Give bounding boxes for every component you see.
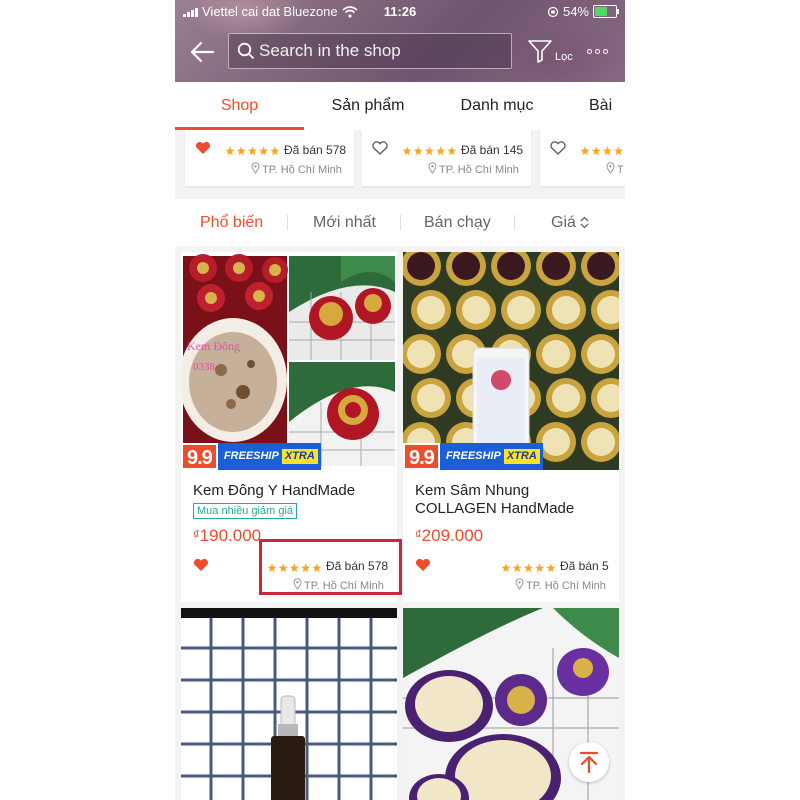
phone-screen: Viettel cai dat Bluezone 11:26 54% Lọc <box>175 0 625 800</box>
svg-text:0338: 0338 <box>193 361 216 373</box>
scroll-top-icon <box>579 751 599 774</box>
star-icon <box>436 146 446 156</box>
tab-posts[interactable]: Bài <box>589 82 625 130</box>
location-pin-icon <box>251 162 260 177</box>
location-pin-icon <box>606 162 615 177</box>
sort-divider <box>514 215 515 230</box>
product-title: Kem Đông Y HandMade <box>193 482 356 499</box>
featured-strip: Đã bán 578 TP. Hồ Chí Minh Đã bán 145 TP… <box>175 130 625 199</box>
location-pin-icon <box>515 578 524 593</box>
sort-divider <box>400 215 401 230</box>
heart-icon <box>195 141 211 154</box>
status-bar: Viettel cai dat Bluezone 11:26 54% <box>175 0 625 24</box>
badge-99: 9.9 <box>403 443 440 470</box>
featured-card[interactable]: Đã bán 145 TP. Hồ Chí Minh <box>362 130 531 186</box>
battery-percent: 54% <box>562 4 589 19</box>
shop-location: TP. Hồ Chí Minh <box>428 162 519 177</box>
filter-button[interactable]: Lọc <box>527 38 577 68</box>
search-input[interactable] <box>259 34 499 68</box>
more-icon <box>587 48 608 54</box>
search-icon <box>237 42 254 59</box>
star-icon <box>413 146 423 156</box>
promo-badge: 9.9 FREESHIP XTRA <box>181 443 321 470</box>
more-options-button[interactable] <box>587 44 615 58</box>
star-icon <box>501 563 511 573</box>
star-icon <box>523 563 533 573</box>
star-icon <box>225 146 235 156</box>
tab-products[interactable]: Sản phẩm <box>315 82 421 130</box>
scroll-to-top-button[interactable] <box>569 742 609 782</box>
rating-stars <box>580 143 625 161</box>
sort-popular[interactable]: Phổ biến <box>200 199 263 246</box>
star-icon <box>247 146 257 156</box>
heart-icon[interactable] <box>193 558 209 572</box>
product-card[interactable] <box>181 608 397 800</box>
featured-card[interactable]: T <box>540 130 625 186</box>
star-icon <box>614 146 624 156</box>
filter-icon <box>528 40 552 63</box>
heart-icon <box>372 141 388 155</box>
rating-stars <box>402 143 458 161</box>
sort-price-label: Giá <box>551 214 576 231</box>
product-price: ₫190.000 <box>193 526 262 545</box>
shop-location: TP. Hồ Chí Minh <box>251 162 342 177</box>
star-icon <box>591 146 601 156</box>
sold-count: Đã bán 5 <box>560 559 609 573</box>
location-pin-icon <box>428 162 437 177</box>
star-icon <box>512 563 522 573</box>
sold-count: Đã bán 578 <box>284 143 347 157</box>
star-icon <box>447 146 457 156</box>
star-icon <box>602 146 612 156</box>
xtra-label: XTRA <box>281 449 318 464</box>
sort-price[interactable]: Giá <box>551 199 589 246</box>
back-button[interactable] <box>189 40 215 64</box>
shop-location: TP. Hồ Chí Minh <box>515 578 606 593</box>
rating-stars <box>501 560 557 578</box>
star-icon <box>259 146 269 156</box>
sort-newest[interactable]: Mới nhất <box>313 199 376 246</box>
star-icon <box>402 146 412 156</box>
sort-best-selling[interactable]: Bán chạy <box>424 199 491 246</box>
product-title: Kem Sâm Nhung COLLAGEN HandMade <box>415 482 575 517</box>
product-image: 9.9 FREESHIP XTRA <box>403 252 619 470</box>
star-icon <box>580 146 590 156</box>
product-card[interactable]: 9.9 FREESHIP XTRA Kem Sâm Nhung COLLAGEN … <box>403 252 619 602</box>
svg-text:Kem Đông: Kem Đông <box>187 339 240 353</box>
shop-search-box[interactable] <box>228 33 512 69</box>
star-icon <box>236 146 246 156</box>
back-arrow-icon <box>190 41 215 63</box>
tab-shop[interactable]: Shop <box>175 82 304 130</box>
sold-count: Đã bán 145 <box>461 143 524 157</box>
shop-location: T <box>606 162 624 177</box>
filter-label: Lọc <box>555 51 573 63</box>
tab-categories[interactable]: Danh mục <box>445 82 549 130</box>
star-icon <box>424 146 434 156</box>
star-icon <box>546 563 556 573</box>
heart-icon <box>550 141 566 155</box>
freeship-label: FREESHIP <box>445 450 501 462</box>
rating-stars <box>225 143 281 161</box>
sort-arrows-icon <box>580 216 589 229</box>
product-price: ₫209.000 <box>415 526 484 545</box>
star-icon <box>270 146 280 156</box>
highlight-annotation <box>259 539 402 595</box>
badge-99: 9.9 <box>181 443 218 470</box>
product-tag: Mua nhiều giảm giá <box>193 503 298 519</box>
product-image <box>181 608 397 800</box>
shop-tab-bar: Shop Sản phẩm Danh mục Bài <box>175 82 625 131</box>
product-image: Kem Đông 0338 9.9 FREESHIP XTRA <box>181 252 397 470</box>
sort-divider <box>287 215 288 230</box>
promo-badge: 9.9 FREESHIP XTRA <box>403 443 543 470</box>
battery-icon <box>593 5 619 18</box>
star-icon <box>535 563 545 573</box>
orientation-lock-icon <box>547 6 559 17</box>
sort-bar: Phổ biến Mới nhất Bán chạy Giá <box>175 199 625 246</box>
featured-card[interactable]: Đã bán 578 TP. Hồ Chí Minh <box>185 130 354 186</box>
xtra-label: XTRA <box>503 449 540 464</box>
heart-icon[interactable] <box>415 558 431 572</box>
freeship-label: FREESHIP <box>223 450 279 462</box>
shop-header: Viettel cai dat Bluezone 11:26 54% Lọc <box>175 0 625 82</box>
